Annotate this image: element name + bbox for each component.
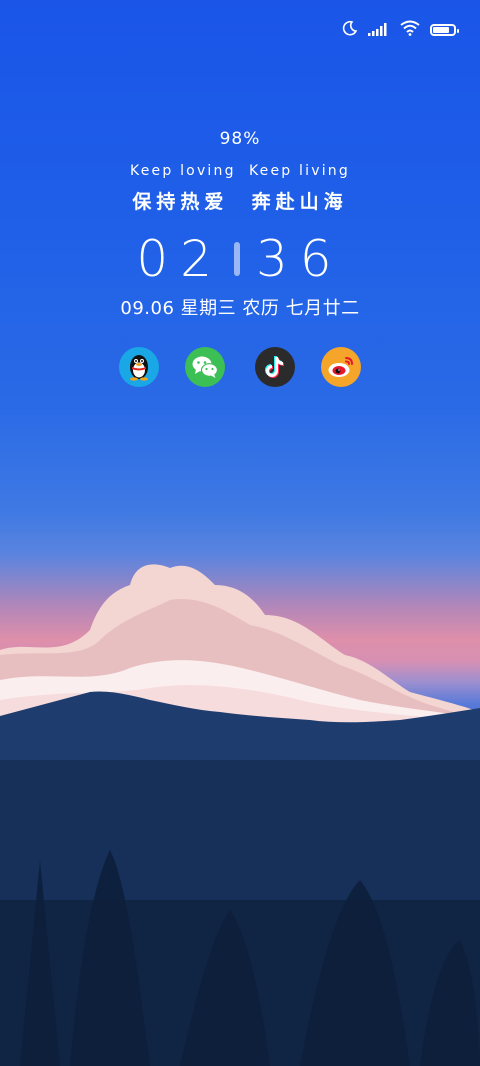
wifi-icon: [400, 20, 420, 40]
slogan-english: Keep loving Keep living: [130, 163, 350, 179]
qq-shortcut[interactable]: [119, 347, 159, 387]
lock-clock: 02 36: [0, 230, 480, 288]
battery-icon: [430, 24, 459, 36]
clock-separator: [234, 242, 240, 276]
moon-icon: [342, 20, 358, 40]
status-bar: [342, 20, 459, 40]
slogan-chinese: 保持热爱 奔赴山海: [132, 191, 348, 213]
wallpaper-landscape: [0, 564, 480, 1066]
qq-penguin-icon: [130, 355, 148, 381]
lock-date: 09.06 星期三 农历 七月廿二: [120, 298, 360, 319]
signal-icon: [368, 21, 390, 40]
wechat-icon: [192, 356, 219, 378]
tiktok-shortcut[interactable]: [255, 347, 295, 387]
battery-fill: [433, 27, 450, 33]
wechat-shortcut[interactable]: [185, 347, 225, 387]
battery-percent: 98%: [219, 129, 261, 149]
clock-hour: 02: [136, 230, 224, 288]
weibo-shortcut[interactable]: [321, 347, 361, 387]
clock-minute: 36: [256, 230, 344, 288]
shortcut-row: [0, 347, 480, 387]
tiktok-icon: [265, 356, 284, 378]
weibo-icon: [328, 357, 353, 377]
